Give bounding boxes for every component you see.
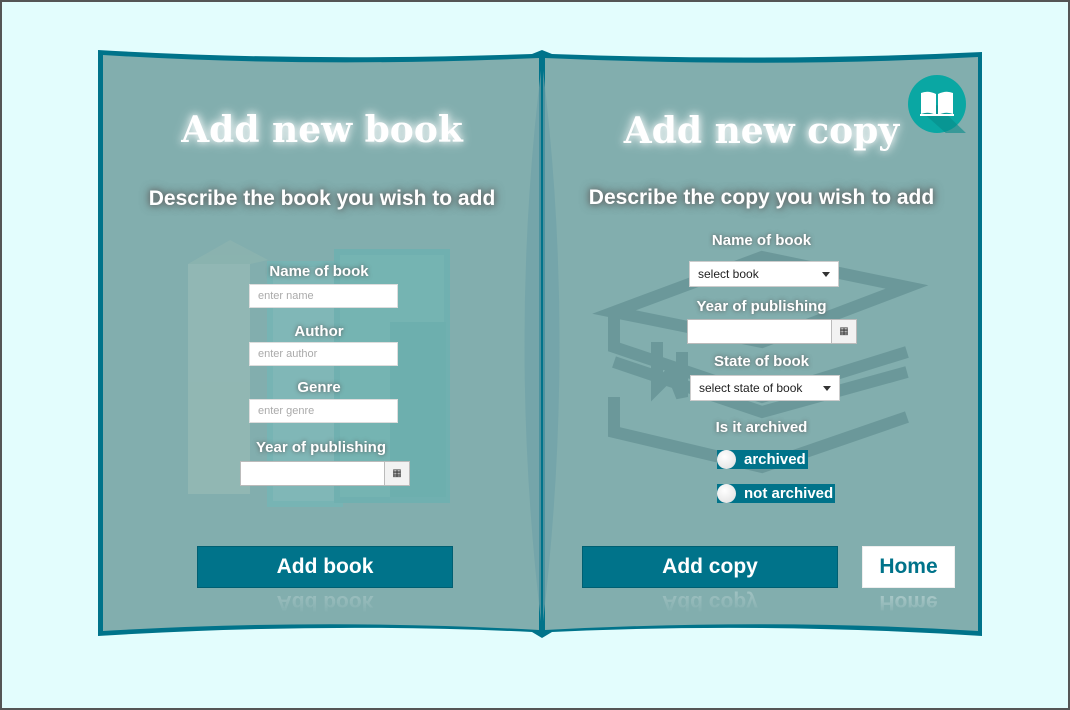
select-state-dropdown[interactable]: select state of book [690,375,840,401]
select-book-dropdown[interactable]: select book [689,261,839,287]
add-book-subtitle: Describe the book you wish to add [148,187,496,210]
home-button[interactable]: Home [862,546,955,588]
add-book-page: Add new book Describe the book you wish … [102,52,542,638]
add-copy-button[interactable]: Add copy [582,546,838,588]
add-copy-subtitle: Describe the copy you wish to add [588,186,935,209]
open-book-icon [920,91,968,135]
author-input[interactable] [249,342,398,366]
add-book-button-reflection: Add book [276,591,374,614]
caret-down-icon [823,386,831,391]
home-button-reflection: Home [879,591,938,614]
is-archived-label: Is it archived [715,419,808,436]
name-of-book-label: Name of book [711,232,812,249]
year-of-publishing-label: Year of publishing [696,298,827,315]
genre-label: Genre [297,379,341,396]
not-archived-radio[interactable]: not archived [717,484,836,503]
genre-input[interactable] [249,399,398,423]
state-of-book-label: State of book [713,353,809,370]
radio-circle-icon [717,484,736,503]
open-book-badge [908,75,968,135]
radio-circle-icon [717,450,736,469]
add-copy-page: Add new copy Describe the copy you wish … [543,52,980,638]
add-book-title: Add new book [181,109,463,151]
year-of-publishing-date-input[interactable]: ▦ [687,319,857,344]
calendar-icon[interactable]: ▦ [384,462,409,485]
add-copy-button-reflection: Add copy [662,591,758,614]
author-label: Author [294,323,344,340]
add-book-button[interactable]: Add book [197,546,453,588]
name-of-book-label: Name of book [269,263,369,280]
caret-down-icon [822,272,830,277]
year-of-publishing-label: Year of publishing [255,439,386,456]
archived-radio[interactable]: archived [717,450,808,469]
year-of-publishing-date-input[interactable]: ▦ [240,461,410,486]
book-name-input[interactable] [249,284,398,308]
calendar-icon[interactable]: ▦ [831,320,856,343]
app-frame: Add new book Describe the book you wish … [0,0,1070,710]
